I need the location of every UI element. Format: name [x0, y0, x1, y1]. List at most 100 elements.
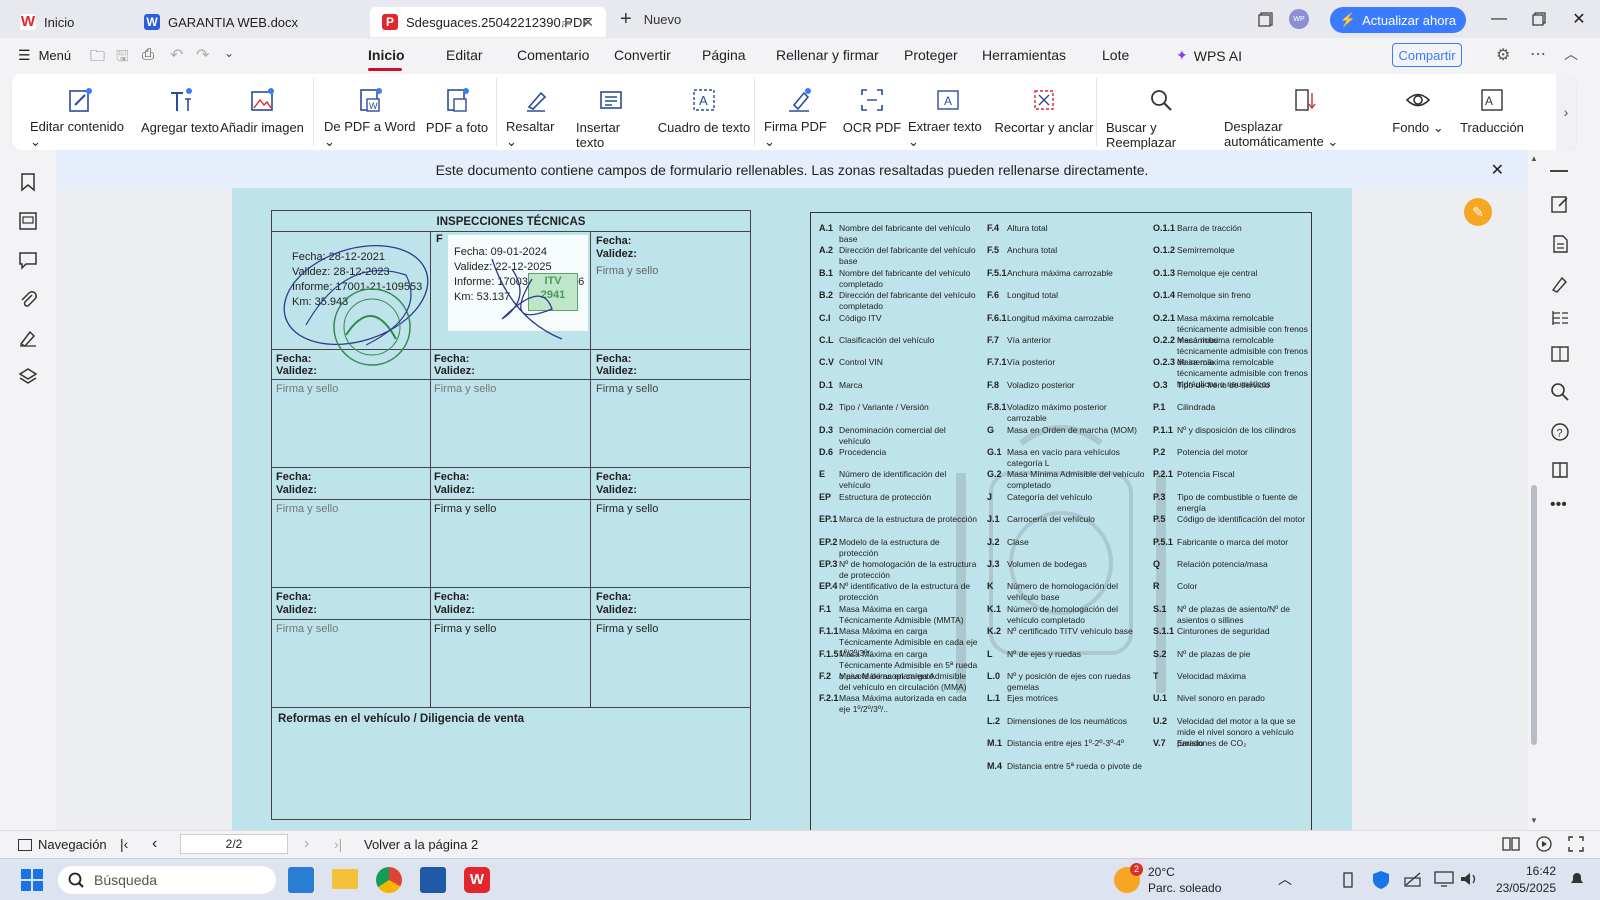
- ribbon-scroll-right-icon[interactable]: ›: [1556, 74, 1576, 150]
- tab-proteger[interactable]: Proteger: [904, 47, 958, 63]
- first-page-icon[interactable]: |‹: [120, 836, 128, 852]
- navigation-button[interactable]: Navegación: [18, 837, 107, 852]
- ocr-button[interactable]: OCR PDF: [842, 74, 902, 150]
- tab-pagina[interactable]: Página: [702, 47, 746, 63]
- search-icon[interactable]: [1550, 382, 1570, 402]
- tab-pdf-document[interactable]: P Sdesguaces.25042212390.PDF ▭ ✕: [370, 7, 606, 37]
- columns-icon[interactable]: [1550, 308, 1570, 328]
- pdf-to-photo-button[interactable]: PDF a foto: [422, 74, 492, 150]
- notification-icon[interactable]: [1568, 870, 1586, 888]
- menu-button[interactable]: ☰ Menú: [18, 47, 71, 64]
- screen-icon[interactable]: ▭: [562, 16, 572, 29]
- crop-anchor-button[interactable]: Recortar y anclar: [994, 74, 1094, 150]
- sign-panel-icon[interactable]: [1550, 274, 1570, 294]
- highlight-button[interactable]: Resaltar ⌄: [506, 74, 566, 150]
- book-icon[interactable]: [1550, 344, 1570, 364]
- next-page-icon[interactable]: ›: [304, 835, 309, 853]
- taskbar-search-box[interactable]: Búsqueda: [58, 866, 276, 894]
- pdf-to-word-button[interactable]: W De PDF a Word ⌄: [324, 74, 416, 150]
- tab-inicio-menu[interactable]: Inicio: [368, 47, 405, 63]
- task-view-icon[interactable]: [288, 867, 314, 893]
- security-shield-icon[interactable]: [1372, 870, 1390, 890]
- more-icon[interactable]: ⋯: [1530, 44, 1546, 64]
- page-number-input[interactable]: 2/2: [180, 834, 288, 854]
- chrome-icon[interactable]: [376, 867, 402, 893]
- scrollbar-thumb[interactable]: [1531, 485, 1537, 745]
- tab-comentario[interactable]: Comentario: [517, 47, 589, 63]
- add-image-button[interactable]: Añadir imagen: [220, 74, 304, 150]
- avatar[interactable]: WP: [1288, 0, 1310, 38]
- insert-text-button[interactable]: Insertar texto: [576, 74, 646, 150]
- signature-button[interactable]: Firma PDF ⌄: [764, 74, 834, 150]
- tray-chevron-icon[interactable]: ︿: [1278, 869, 1292, 889]
- close-window-icon[interactable]: ✕: [1566, 0, 1592, 38]
- settings-icon[interactable]: ⚙: [1496, 45, 1510, 65]
- clock[interactable]: 16:42 23/05/2025: [1486, 863, 1556, 897]
- collapse-panel-icon[interactable]: [1550, 170, 1568, 172]
- display-icon[interactable]: [1434, 870, 1454, 888]
- tab-lote[interactable]: Lote: [1102, 47, 1129, 63]
- upgrade-button[interactable]: ⚡ Actualizar ahora: [1330, 7, 1466, 33]
- tab-inicio[interactable]: W Inicio: [8, 7, 128, 37]
- file-explorer-icon[interactable]: [332, 869, 358, 889]
- print-icon[interactable]: ⎙: [142, 46, 154, 63]
- wps-office-icon[interactable]: W: [464, 867, 490, 893]
- share-button[interactable]: Compartir: [1392, 43, 1462, 67]
- more-tools-icon[interactable]: •••: [1550, 496, 1567, 514]
- restore-icon[interactable]: [1526, 0, 1552, 38]
- text-box-button[interactable]: A Cuadro de texto: [656, 74, 752, 150]
- code-description: Potencia del motor: [1177, 447, 1248, 457]
- comment-icon[interactable]: [18, 250, 38, 270]
- windows-start-icon[interactable]: [20, 868, 44, 892]
- search-replace-button[interactable]: Buscar y Reemplazar: [1106, 74, 1216, 150]
- tab-editar[interactable]: Editar: [446, 47, 483, 63]
- weather-widget[interactable]: 20°C Parc. soleado: [1148, 864, 1221, 896]
- thumbnails-icon[interactable]: [18, 211, 38, 231]
- help-icon[interactable]: ?: [1550, 422, 1570, 442]
- tab-herramientas[interactable]: Herramientas: [982, 47, 1066, 63]
- last-page-icon[interactable]: ›|: [334, 836, 342, 852]
- new-tab-button[interactable]: + Nuevo: [620, 8, 681, 31]
- redo-icon[interactable]: ↷: [196, 45, 209, 65]
- document-panel-icon[interactable]: [1550, 234, 1570, 254]
- fullscreen-icon[interactable]: [1568, 836, 1584, 852]
- undo-icon[interactable]: ↶: [170, 45, 183, 65]
- floating-edit-icon[interactable]: ✎: [1464, 198, 1492, 226]
- bookmark-icon[interactable]: [18, 172, 38, 192]
- extract-text-button[interactable]: A Extraer texto ⌄: [908, 74, 988, 150]
- window-mode-icon[interactable]: [1254, 0, 1278, 38]
- minimize-icon[interactable]: —: [1486, 0, 1512, 38]
- chevron-down-icon[interactable]: ⌄: [224, 46, 234, 60]
- save-icon[interactable]: 🖫: [116, 46, 129, 71]
- tab-garantia[interactable]: W GARANTIA WEB.docx: [132, 7, 364, 37]
- close-tab-icon[interactable]: ✕: [582, 14, 594, 31]
- reader-icon[interactable]: [1550, 460, 1570, 480]
- tab-convertir[interactable]: Convertir: [614, 47, 671, 63]
- collapse-ribbon-icon[interactable]: ︿: [1564, 44, 1578, 64]
- play-icon[interactable]: [1536, 836, 1552, 852]
- signature-panel-icon[interactable]: [18, 328, 38, 348]
- back-to-page-link[interactable]: Volver a la página 2: [364, 837, 478, 852]
- layers-icon[interactable]: [18, 367, 38, 387]
- prev-page-icon[interactable]: ‹: [152, 835, 157, 853]
- network-icon[interactable]: [1404, 871, 1422, 887]
- open-folder-icon[interactable]: 🗀: [90, 46, 105, 71]
- background-button[interactable]: Fondo ⌄: [1390, 74, 1446, 150]
- translate-button[interactable]: A Traducción: [1452, 74, 1532, 150]
- scroll-down-icon[interactable]: ▼: [1530, 816, 1538, 825]
- edit-panel-icon[interactable]: [1550, 194, 1570, 214]
- edit-content-button[interactable]: Editar contenido ⌄: [30, 74, 130, 150]
- vertical-scrollbar[interactable]: ▲ ▼: [1528, 150, 1540, 830]
- book-view-icon[interactable]: [1502, 836, 1520, 852]
- usb-icon[interactable]: [1340, 871, 1356, 889]
- volume-icon[interactable]: [1460, 871, 1478, 887]
- attachment-icon[interactable]: [18, 289, 38, 309]
- app-icon[interactable]: [420, 867, 446, 893]
- scroll-up-icon[interactable]: ▲: [1530, 154, 1538, 163]
- close-notice-icon[interactable]: ✕: [1491, 160, 1504, 180]
- tab-wps-ai[interactable]: ✦ WPS AI: [1176, 47, 1242, 64]
- auto-scroll-button[interactable]: Desplazar automáticamente ⌄: [1224, 74, 1384, 150]
- add-text-button[interactable]: Agregar texto: [140, 74, 220, 150]
- tab-rellenar-firmar[interactable]: Rellenar y firmar: [776, 47, 879, 63]
- weather-icon[interactable]: 2: [1114, 863, 1143, 893]
